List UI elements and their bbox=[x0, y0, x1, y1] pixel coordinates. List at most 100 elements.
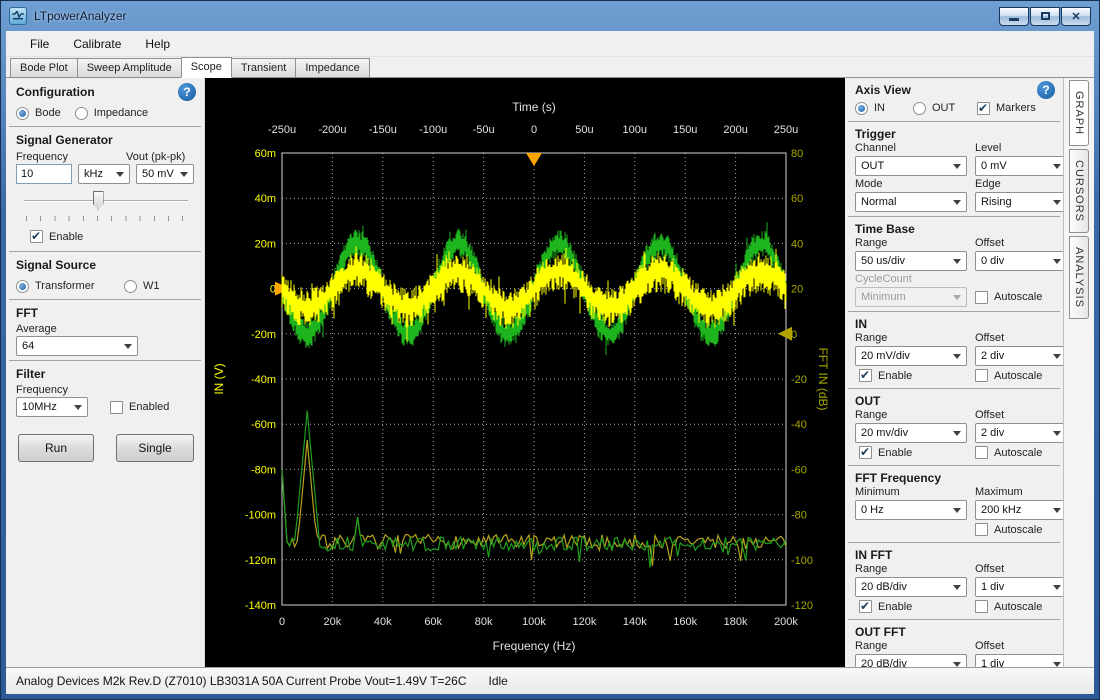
trigger-level-select[interactable]: 0 mV bbox=[975, 156, 1063, 176]
single-button[interactable]: Single bbox=[116, 434, 194, 462]
side-tab-cursors[interactable]: CURSORS bbox=[1069, 149, 1089, 233]
svg-text:140k: 140k bbox=[623, 616, 647, 628]
frequency-unit-select[interactable]: kHz bbox=[78, 164, 130, 184]
slider-thumb[interactable] bbox=[93, 191, 104, 210]
timebase-autoscale-checkbox[interactable]: Autoscale bbox=[975, 289, 1063, 306]
checkbox-box bbox=[110, 401, 123, 414]
tab-bar: Bode Plot Sweep Amplitude Scope Transien… bbox=[6, 57, 1094, 78]
in-fft-offset-select[interactable]: 1 div bbox=[975, 577, 1063, 597]
minimize-button[interactable] bbox=[999, 7, 1029, 26]
tab-scope[interactable]: Scope bbox=[181, 57, 232, 78]
checkbox-box bbox=[975, 369, 988, 382]
out-fft-offset-select[interactable]: 1 div bbox=[975, 654, 1063, 667]
minimize-icon bbox=[1009, 18, 1019, 21]
timebase-range-select[interactable]: 50 us/div bbox=[855, 251, 967, 271]
divider bbox=[9, 251, 201, 252]
chevron-down-icon bbox=[124, 344, 132, 349]
divider bbox=[848, 121, 1060, 122]
divider bbox=[9, 360, 201, 361]
help-icon[interactable]: ? bbox=[1037, 81, 1055, 99]
svg-text:-20m: -20m bbox=[251, 329, 276, 341]
run-button[interactable]: Run bbox=[18, 434, 94, 462]
svg-text:20k: 20k bbox=[324, 616, 342, 628]
in-enable-checkbox[interactable]: Enable bbox=[859, 367, 967, 384]
axis-in-radio[interactable]: IN bbox=[855, 99, 913, 117]
in-autoscale-checkbox[interactable]: Autoscale bbox=[975, 367, 1063, 384]
radio-dot bbox=[913, 102, 926, 115]
svg-text:-80m: -80m bbox=[251, 464, 276, 476]
side-tab-analysis[interactable]: ANALYSIS bbox=[1069, 236, 1089, 319]
vout-select[interactable]: 50 mV bbox=[136, 164, 194, 184]
trigger-edge-select[interactable]: Rising bbox=[975, 192, 1063, 212]
generator-enable-checkbox[interactable]: Enable bbox=[30, 228, 196, 245]
out-fft-range-select[interactable]: 20 dB/div bbox=[855, 654, 967, 667]
transformer-radio[interactable]: Transformer bbox=[16, 277, 124, 295]
fft-title: FFT bbox=[16, 305, 196, 321]
timebase-offset-select[interactable]: 0 div bbox=[975, 251, 1063, 271]
chevron-down-icon bbox=[953, 200, 961, 205]
trigger-channel-select[interactable]: OUT bbox=[855, 156, 967, 176]
frequency-input[interactable] bbox=[16, 164, 72, 184]
axis-out-radio[interactable]: OUT bbox=[913, 99, 977, 117]
out-autoscale-checkbox[interactable]: Autoscale bbox=[975, 444, 1063, 461]
tab-impedance[interactable]: Impedance bbox=[295, 58, 369, 77]
svg-text:-140m: -140m bbox=[245, 600, 276, 612]
svg-text:0: 0 bbox=[279, 616, 285, 628]
fft-maximum-select[interactable]: 200 kHz bbox=[975, 500, 1063, 520]
in-fft-title: IN FFT bbox=[855, 548, 1055, 562]
out-enable-checkbox[interactable]: Enable bbox=[859, 444, 967, 461]
in-fft-enable-checkbox[interactable]: Enable bbox=[859, 598, 967, 615]
filter-frequency-select[interactable]: 10MHz bbox=[16, 397, 88, 417]
svg-text:200k: 200k bbox=[774, 616, 798, 628]
tab-transient[interactable]: Transient bbox=[231, 58, 296, 77]
fft-autoscale-checkbox[interactable]: Autoscale bbox=[975, 521, 1063, 538]
markers-checkbox[interactable]: Markers bbox=[977, 100, 1036, 117]
close-button[interactable]: ✕ bbox=[1061, 7, 1091, 26]
side-tab-graph[interactable]: GRAPH bbox=[1069, 80, 1089, 146]
w1-radio[interactable]: W1 bbox=[124, 277, 160, 295]
signal-generator-section: Signal Generator Frequency Vout (pk-pk) … bbox=[6, 128, 204, 250]
chevron-down-icon bbox=[953, 508, 961, 513]
in-offset-select[interactable]: 2 div bbox=[975, 346, 1063, 366]
in-fft-autoscale-checkbox[interactable]: Autoscale bbox=[975, 598, 1063, 615]
trigger-mode-label: Mode bbox=[855, 177, 967, 191]
status-device-info: Analog Devices M2k Rev.D (Z7010) LB3031A… bbox=[16, 674, 467, 688]
window-content: File Calibrate Help Bode Plot Sweep Ampl… bbox=[6, 31, 1094, 694]
cyclecount-select: Minimum bbox=[855, 287, 967, 307]
title-bar[interactable]: LTpowerAnalyzer ✕ bbox=[1, 1, 1099, 31]
fft-minimum-label: Minimum bbox=[855, 485, 967, 499]
svg-text:-250u: -250u bbox=[268, 124, 296, 136]
checkbox-box bbox=[975, 446, 988, 459]
menu-bar: File Calibrate Help bbox=[6, 31, 1094, 57]
radio-dot bbox=[75, 107, 88, 120]
svg-text:60k: 60k bbox=[424, 616, 442, 628]
tab-sweep-amplitude[interactable]: Sweep Amplitude bbox=[77, 58, 182, 77]
menu-calibrate[interactable]: Calibrate bbox=[61, 33, 133, 55]
frequency-slider[interactable] bbox=[22, 190, 190, 224]
out-title: OUT bbox=[855, 394, 1055, 408]
impedance-radio[interactable]: Impedance bbox=[75, 104, 148, 122]
help-icon[interactable]: ? bbox=[178, 83, 196, 101]
svg-text:40k: 40k bbox=[374, 616, 392, 628]
out-offset-select[interactable]: 2 div bbox=[975, 423, 1063, 443]
trigger-channel-label: Channel bbox=[855, 141, 967, 155]
in-fft-range-select[interactable]: 20 dB/div bbox=[855, 577, 967, 597]
out-range-select[interactable]: 20 mv/div bbox=[855, 423, 967, 443]
menu-help[interactable]: Help bbox=[133, 33, 182, 55]
bode-radio[interactable]: Bode bbox=[16, 104, 61, 122]
signal-source-section: Signal Source Transformer W1 bbox=[6, 253, 204, 298]
svg-text:-120: -120 bbox=[791, 600, 813, 612]
menu-file[interactable]: File bbox=[18, 33, 61, 55]
in-fft-range-label: Range bbox=[855, 562, 967, 576]
trigger-mode-select[interactable]: Normal bbox=[855, 192, 967, 212]
window-title: LTpowerAnalyzer bbox=[34, 9, 126, 23]
fft-minimum-select[interactable]: 0 Hz bbox=[855, 500, 967, 520]
chevron-down-icon bbox=[1053, 354, 1061, 359]
svg-text:120k: 120k bbox=[572, 616, 596, 628]
checkbox-box bbox=[975, 291, 988, 304]
tab-bode-plot[interactable]: Bode Plot bbox=[10, 58, 78, 77]
fft-average-select[interactable]: 64 bbox=[16, 336, 138, 356]
filter-enabled-checkbox[interactable]: Enabled bbox=[110, 399, 169, 416]
in-range-select[interactable]: 20 mV/div bbox=[855, 346, 967, 366]
maximize-button[interactable] bbox=[1030, 7, 1060, 26]
